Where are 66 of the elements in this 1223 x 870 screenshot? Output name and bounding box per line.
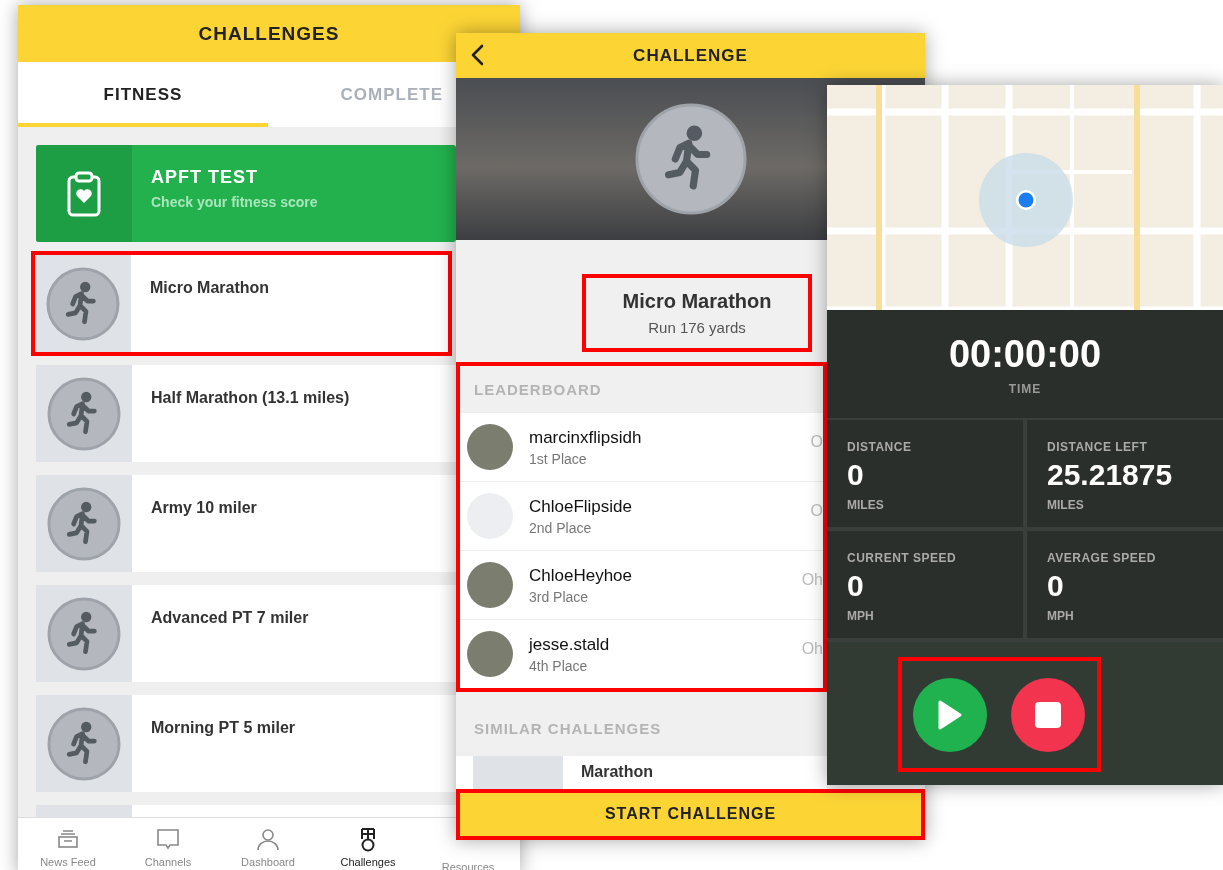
challenge-title: Morning PT 5 miler bbox=[150, 718, 295, 738]
runner-icon bbox=[635, 103, 747, 215]
runner-icon bbox=[47, 596, 121, 671]
stat-label: DISTANCE LEFT bbox=[1047, 440, 1149, 454]
section-heading: SIMILAR CHALLENGES bbox=[474, 720, 662, 738]
leaderboard-row[interactable]: jesse.stald 4th Place Oh bbox=[460, 619, 823, 688]
tab[interactable]: FITNESS bbox=[18, 62, 268, 127]
stat-label: DISTANCE bbox=[847, 440, 913, 454]
challenge-card[interactable]: Morning PT 5 miler bbox=[36, 695, 456, 792]
challenge-card[interactable]: Army 10 miler bbox=[36, 475, 456, 572]
challenge-title: Army 10 miler bbox=[150, 498, 257, 518]
stop-icon bbox=[1034, 700, 1062, 729]
challenge-card[interactable]: Micro Marathon bbox=[31, 251, 452, 356]
challenge-card[interactable]: Half Marathon (13.1 miles) bbox=[36, 365, 456, 462]
tab-bar-item[interactable]: Challenges bbox=[318, 818, 418, 870]
challenge-card[interactable]: Advanced PT 7 miler bbox=[36, 585, 456, 682]
timer-label: TIME bbox=[1008, 381, 1042, 396]
leaderboard-row[interactable]: ChloeHeyhoe 3rd Place Oh bbox=[460, 550, 823, 619]
time-value: O bbox=[810, 433, 823, 451]
user-name: ChloeFlipside bbox=[529, 496, 632, 517]
stat-unit: MILES bbox=[847, 498, 885, 512]
challenge-card[interactable]: Marathon bbox=[456, 755, 827, 789]
challenge-summary: Micro Marathon Run 176 yards bbox=[582, 274, 812, 352]
timer-value: 00:00:00 bbox=[948, 332, 1102, 376]
stat-value: 25.21875 bbox=[1047, 458, 1174, 492]
challenge-title: Micro Marathon bbox=[149, 278, 270, 298]
runner-icon bbox=[47, 376, 121, 451]
challenge-title: Advanced PT 7 miler bbox=[150, 608, 309, 628]
stat-label: CURRENT SPEED bbox=[847, 551, 958, 565]
user-name: jesse.stald bbox=[529, 634, 610, 655]
tab-bar-item[interactable]: Channels bbox=[118, 818, 218, 870]
stat-unit: MPH bbox=[1047, 609, 1075, 623]
stat-unit: MILES bbox=[1047, 498, 1085, 512]
time-value: Oh bbox=[801, 640, 823, 658]
stat-value: 0 bbox=[847, 569, 865, 603]
challenge-title: Marathon bbox=[580, 761, 653, 782]
leaderboard-row[interactable]: marcinxflipsidh 1st Place O bbox=[460, 412, 823, 481]
back-icon[interactable] bbox=[470, 44, 486, 66]
featured-subtitle: Check your fitness score bbox=[151, 194, 318, 210]
screen-title: CHALLENGES bbox=[198, 22, 340, 45]
screen-title: CHALLENGE bbox=[633, 45, 748, 66]
stat-label: AVERAGE SPEED bbox=[1047, 551, 1157, 565]
stat-unit: MPH bbox=[847, 609, 875, 623]
user-name: marcinxflipsidh bbox=[529, 427, 642, 448]
featured-title: APFT TEST bbox=[151, 167, 259, 188]
time-value: Oh bbox=[801, 571, 823, 589]
time-value: O bbox=[810, 502, 823, 520]
play-icon bbox=[936, 699, 964, 730]
place-label: 2nd Place bbox=[529, 519, 593, 536]
challenge-title: Half Marathon (13.1 miles) bbox=[150, 388, 350, 408]
user-name: ChloeHeyhoe bbox=[529, 565, 632, 586]
place-label: 4th Place bbox=[529, 657, 589, 674]
place-label: 3rd Place bbox=[529, 588, 590, 605]
runner-icon bbox=[47, 486, 121, 561]
section-heading: LEADERBOARD bbox=[474, 380, 602, 398]
place-label: 1st Place bbox=[529, 450, 588, 467]
runner-icon bbox=[47, 706, 121, 781]
person-icon bbox=[255, 827, 281, 853]
runner-icon bbox=[46, 266, 120, 341]
tab-bar-item[interactable]: News Feed bbox=[18, 818, 118, 870]
start-challenge-button[interactable]: START CHALLENGE bbox=[456, 788, 925, 840]
clipboard-heart-icon bbox=[66, 170, 102, 217]
leaderboard-row[interactable]: ChloeFlipside 2nd Place O bbox=[460, 481, 823, 550]
stat-value: 0 bbox=[847, 458, 865, 492]
tab-bar-item[interactable]: Dashboard bbox=[218, 818, 318, 870]
stat-value: 0 bbox=[1047, 569, 1065, 603]
